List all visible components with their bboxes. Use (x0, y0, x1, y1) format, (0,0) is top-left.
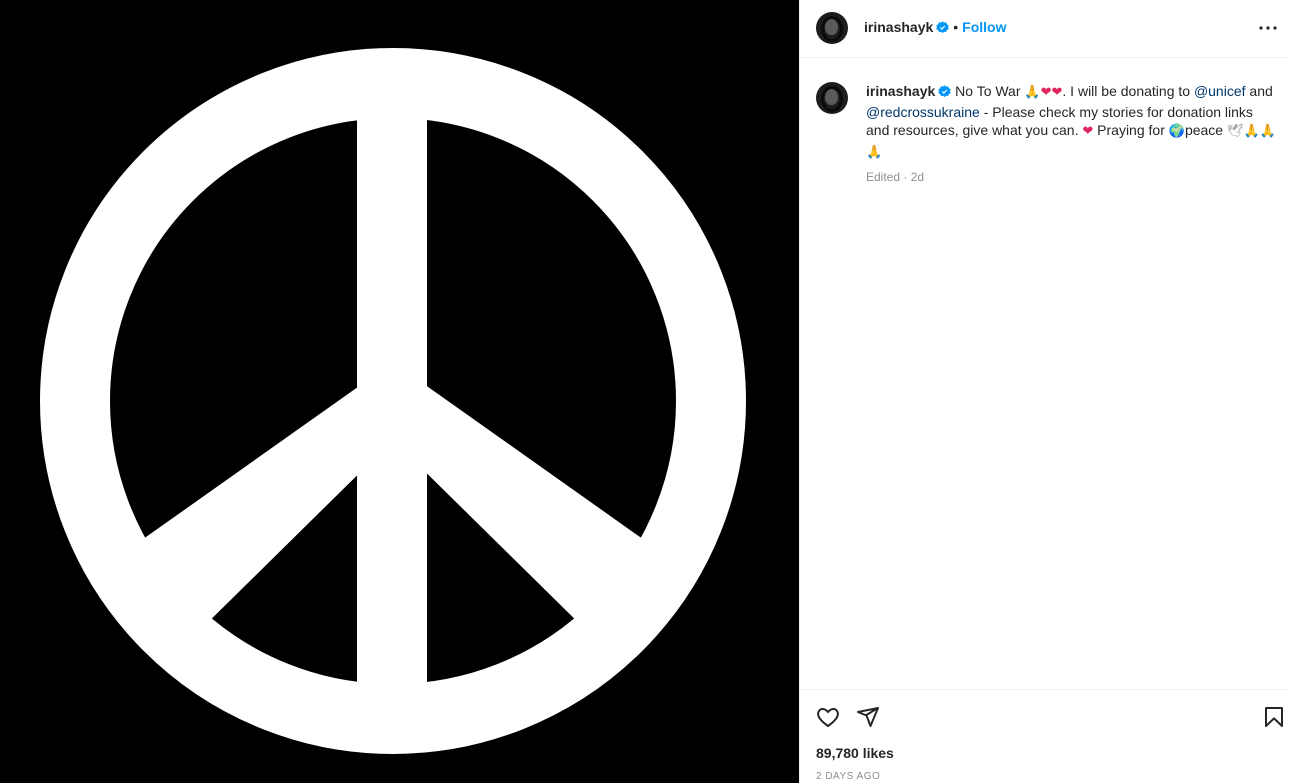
caption-avatar-face (825, 89, 838, 105)
like-heart-icon[interactable] (816, 705, 840, 734)
dove-emoji-icon: 🕊 (1226, 124, 1244, 139)
pray-emoji-icon: 🙏 (1259, 124, 1276, 139)
caption-segment-1: No To War (955, 83, 1021, 99)
mention-redcrossukraine-link[interactable]: @redcrossukraine (866, 104, 980, 120)
post-side-panel: irinashayk • Follow irinashayk No To War 🙏… (800, 0, 1290, 783)
peace-symbol-image (40, 48, 746, 754)
pray-emoji-icon: 🙏 (1243, 124, 1260, 139)
avatar-face (825, 19, 838, 35)
avatar[interactable] (816, 12, 848, 44)
verified-badge-icon (936, 21, 949, 39)
caption-segment-3: and (1249, 83, 1273, 99)
post-header: irinashayk • Follow (800, 0, 1290, 58)
caption-verified-badge-icon (938, 84, 951, 103)
caption-segment-2: . I will be donating to (1062, 83, 1191, 99)
more-options-icon[interactable] (1256, 18, 1280, 42)
caption-username[interactable]: irinashayk (866, 83, 935, 99)
header-separator: • (953, 19, 959, 35)
mention-unicef-link[interactable]: @unicef (1194, 83, 1246, 99)
pray-emoji-icon: 🙏 (1024, 85, 1041, 100)
follow-button[interactable]: Follow (962, 19, 1006, 35)
heart-emoji-icon: ❤ (1051, 85, 1063, 100)
header-user-line: irinashayk • Follow (864, 19, 1007, 39)
likes-count[interactable]: 89,780 likes (816, 745, 894, 761)
save-bookmark-icon[interactable] (1262, 705, 1286, 734)
edited-timestamp: Edited · 2d (866, 170, 925, 184)
caption-text: irinashayk No To War 🙏❤❤. I will be dona… (866, 82, 1280, 162)
header-username[interactable]: irinashayk (864, 19, 933, 35)
heart-emoji-icon: ❤ (1040, 85, 1052, 100)
globe-emoji-icon: 🌍 (1168, 124, 1185, 139)
caption-segment-5: Praying for (1097, 122, 1165, 138)
pray-emoji-icon: 🙏 (866, 144, 883, 160)
caption-segment-6: peace (1184, 122, 1224, 138)
caption-avatar[interactable] (816, 82, 848, 114)
post-media[interactable] (0, 0, 799, 783)
heart-emoji-icon: ❤ (1082, 124, 1094, 139)
share-paper-plane-icon[interactable] (856, 705, 880, 734)
post-date: 2 DAYS AGO (816, 771, 881, 782)
post-actions: 89,780 likes 2 DAYS AGO (800, 689, 1290, 784)
